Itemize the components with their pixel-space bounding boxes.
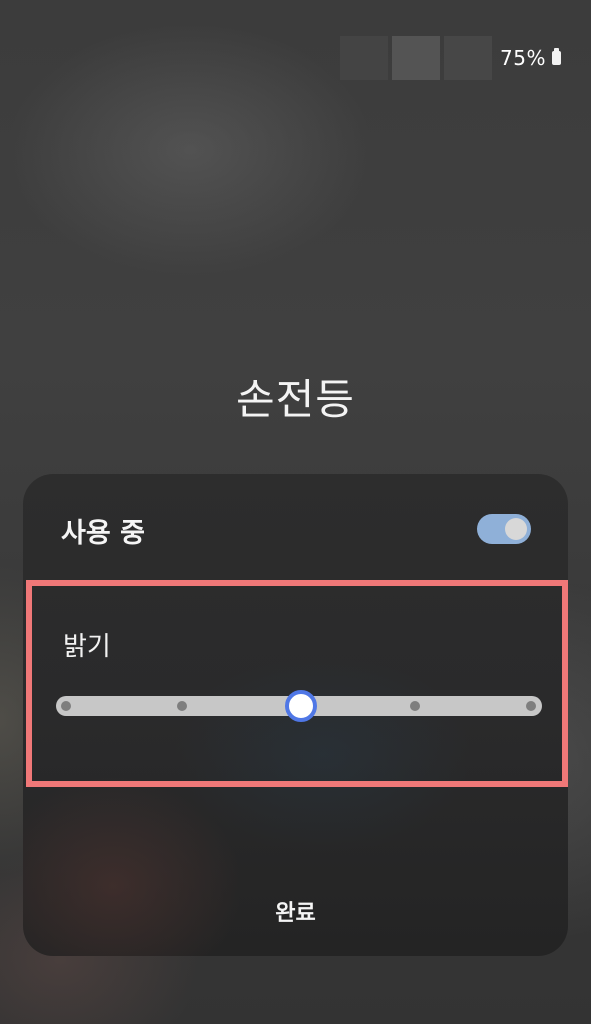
battery-percent: 75% [500, 46, 546, 70]
brightness-label: 밝기 [63, 632, 111, 662]
in-use-label: 사용 중 [61, 518, 145, 549]
status-bar: 75% [340, 36, 561, 80]
flashlight-panel: 사용 중 밝기 완료 [23, 474, 568, 956]
blurred-status-icon [340, 36, 389, 80]
toggle-knob [505, 518, 527, 540]
brightness-slider[interactable] [56, 690, 542, 722]
slider-thumb[interactable] [285, 690, 317, 722]
done-button[interactable]: 완료 [23, 896, 568, 932]
blurred-status-icon [392, 36, 441, 80]
flashlight-toggle[interactable] [477, 514, 531, 544]
slider-step-dot[interactable] [61, 701, 71, 711]
in-use-row: 사용 중 [23, 502, 568, 556]
slider-step-dot[interactable] [526, 701, 536, 711]
blurred-status-icon [444, 36, 493, 80]
battery-icon [552, 48, 561, 65]
slider-step-dot[interactable] [410, 701, 420, 711]
page-title: 손전등 [236, 375, 355, 424]
brightness-highlight-box: 밝기 [26, 580, 568, 787]
slider-step-dot[interactable] [177, 701, 187, 711]
